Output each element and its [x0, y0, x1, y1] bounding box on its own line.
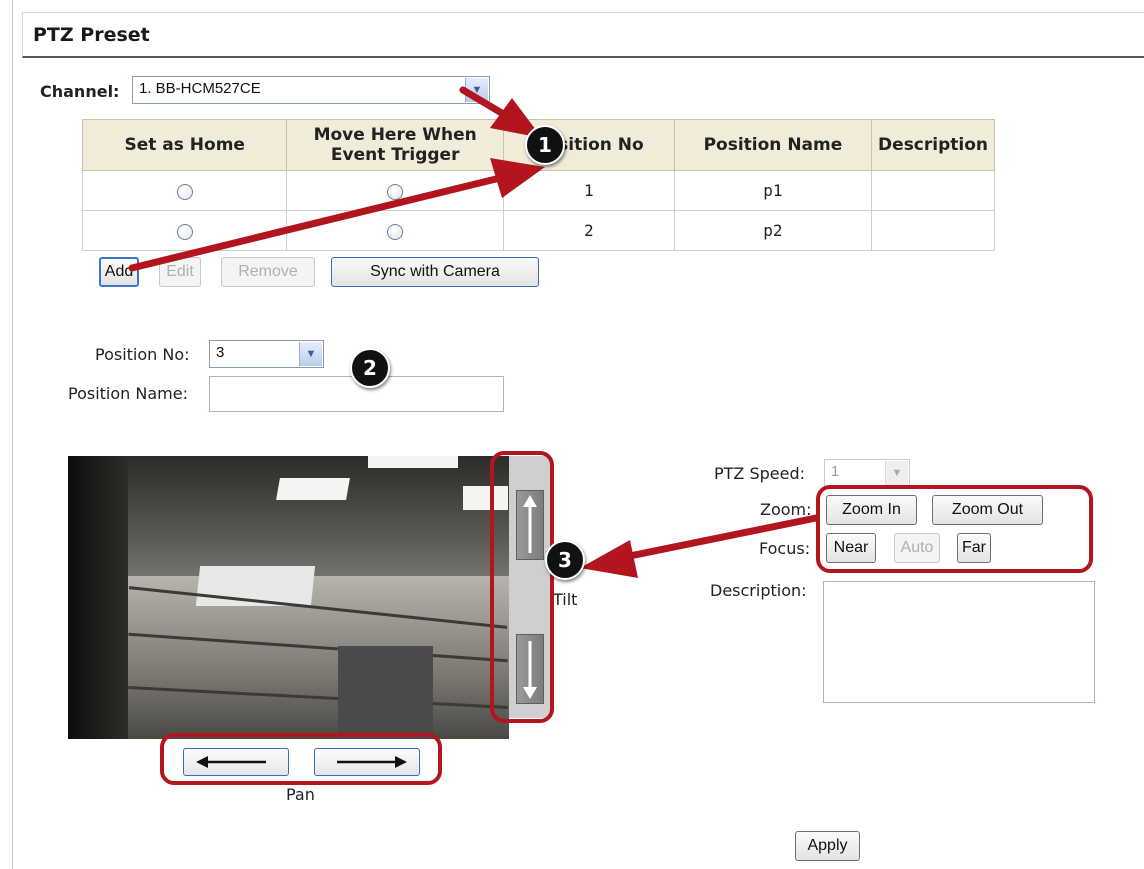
annotation-arrow [616, 514, 820, 562]
step-badge-2: 2 [350, 348, 390, 388]
annotation-arrowhead [490, 158, 545, 198]
step-badge-1: 1 [525, 125, 565, 165]
annotation-arrows [128, 86, 820, 578]
annotation-arrow [128, 174, 504, 272]
annotation-arrow [459, 86, 509, 119]
step-badge-3: 3 [545, 540, 585, 580]
annotation-arrowhead [580, 540, 638, 578]
